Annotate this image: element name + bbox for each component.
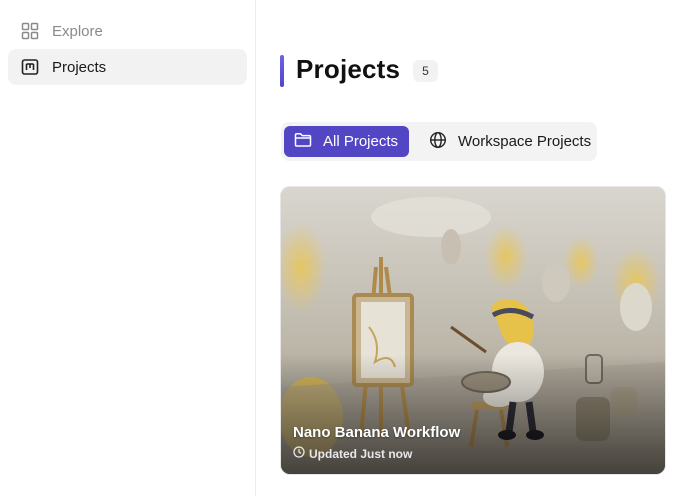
page-title: Projects [296,54,401,84]
title-accent-bar [280,55,284,87]
project-title: Nano Banana Workflow [293,424,461,441]
sidebar: Explore Projects [0,0,256,496]
tab-label: All Projects [323,133,399,150]
projects-icon [20,57,40,77]
tab-workspace-projects[interactable]: Workspace Projects [419,126,597,157]
sidebar-item-explore[interactable]: Explore [8,13,247,49]
project-filter-tabs: All Projects Workspace Projects [281,122,597,161]
tab-all-projects[interactable]: All Projects [284,126,409,157]
grid-icon [20,21,40,41]
updated-text: Updated Just now [309,446,413,461]
main-content: Projects 5 All Projects Workspace Projec… [257,0,685,496]
globe-icon [429,131,447,153]
sidebar-item-label: Explore [52,22,103,40]
sidebar-item-label: Projects [52,58,107,76]
app-window: Explore Projects Projects 5 All Projects… [0,0,685,496]
project-count-badge: 5 [413,60,438,82]
project-updated: Updated Just now [293,446,412,461]
clock-icon [293,446,305,461]
sidebar-item-projects[interactable]: Projects [8,49,247,85]
project-card[interactable]: Nano Banana Workflow Updated Just now [280,186,666,475]
folder-icon [294,132,312,152]
tab-label: Workspace Projects [458,133,592,150]
